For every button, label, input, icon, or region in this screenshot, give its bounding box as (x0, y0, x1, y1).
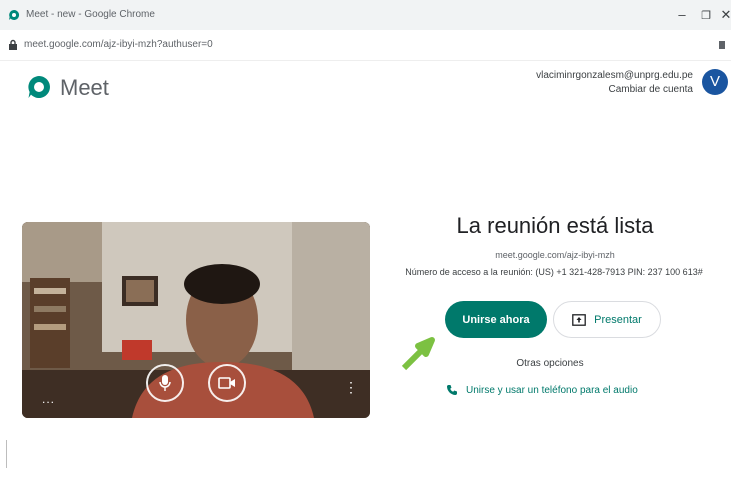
address-bar[interactable]: meet.google.com/ajz-ibyi-mzh?authuser=0 (0, 30, 731, 61)
avatar[interactable]: V (702, 69, 728, 95)
camera-preview: ... ⋮ (22, 222, 370, 418)
more-options-icon[interactable]: ⋮ (344, 380, 358, 394)
meet-favicon-icon (9, 9, 20, 20)
camera-feed-image (22, 222, 370, 418)
switch-account-link[interactable]: Cambiar de cuenta (609, 84, 694, 95)
join-with-phone-audio-link[interactable]: Unirse y usar un teléfono para el audio (446, 384, 638, 396)
minimize-button[interactable]: – (672, 7, 692, 22)
window-titlebar: Meet - new - Google Chrome – ❐ ✕ (0, 0, 731, 31)
browser-menu-icon[interactable] (719, 41, 725, 49)
dial-in-info: Número de acceso a la reunión: (US) +1 3… (405, 267, 703, 277)
present-button[interactable]: Presentar (553, 301, 661, 338)
phone-audio-label: Unirse y usar un teléfono para el audio (466, 384, 638, 396)
camera-icon (218, 377, 235, 389)
phone-icon (447, 385, 457, 395)
meet-logo-icon (28, 76, 50, 98)
microphone-toggle-button[interactable] (146, 364, 184, 402)
close-window-button[interactable]: ✕ (716, 7, 731, 23)
brand-name: Meet (60, 75, 109, 100)
present-screen-icon (572, 313, 586, 326)
camera-toggle-button[interactable] (208, 364, 246, 402)
join-now-label: Unirse ahora (462, 313, 530, 326)
divider (6, 440, 7, 468)
meeting-ready-title: La reunión está lista (456, 213, 654, 238)
url-text[interactable]: meet.google.com/ajz-ibyi-mzh?authuser=0 (24, 39, 213, 50)
annotation-arrow-icon (401, 337, 435, 371)
present-label: Presentar (594, 313, 642, 326)
window-title: Meet - new - Google Chrome (26, 9, 155, 20)
maximize-button[interactable]: ❐ (696, 9, 716, 22)
more-effects-button[interactable]: ... (42, 392, 55, 406)
microphone-icon (159, 375, 171, 391)
lock-icon (9, 39, 17, 50)
meeting-url: meet.google.com/ajz-ibyi-mzh (495, 250, 615, 260)
join-now-button[interactable]: Unirse ahora (445, 301, 547, 338)
other-options-label: Otras opciones (516, 358, 584, 369)
account-email: vlaciminrgonzalesm@unprg.edu.pe (536, 70, 693, 81)
